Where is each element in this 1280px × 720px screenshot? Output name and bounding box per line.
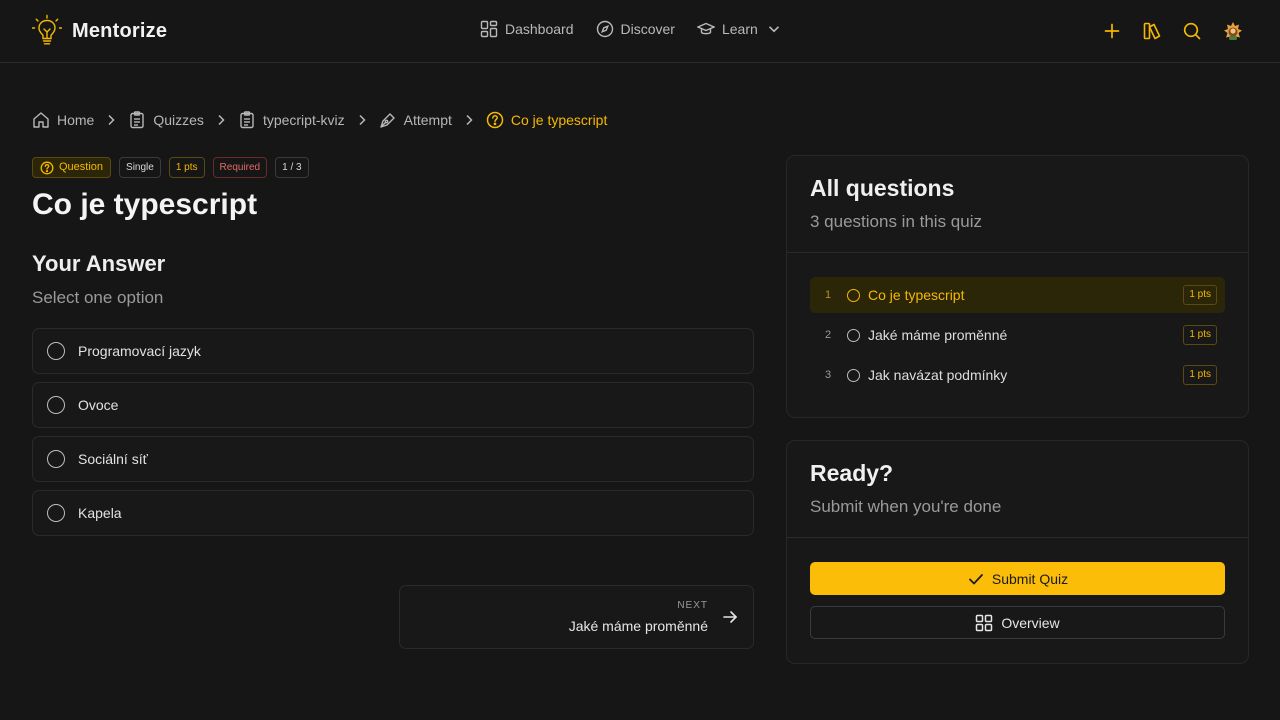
- main-nav: Dashboard Discover Learn: [480, 20, 783, 38]
- divider: [787, 252, 1248, 253]
- breadcrumb-quizzes-label: Quizzes: [153, 112, 204, 128]
- radio-button[interactable]: [47, 504, 65, 522]
- dashboard-icon: [480, 20, 498, 38]
- answer-option-label: Kapela: [78, 505, 122, 521]
- lightbulb-logo-icon: [32, 14, 62, 45]
- points-badge: 1 pts: [1183, 365, 1217, 385]
- question-list-item[interactable]: 3 Jak navázat podmínky 1 pts: [810, 357, 1225, 393]
- radio-button[interactable]: [47, 342, 65, 360]
- nav-discover-label: Discover: [620, 21, 675, 37]
- app-name: Mentorize: [72, 19, 168, 42]
- brand[interactable]: Mentorize: [32, 14, 167, 48]
- radio-button[interactable]: [47, 396, 65, 414]
- answer-option[interactable]: Ovoce: [32, 382, 754, 428]
- chevron-right-icon: [359, 114, 366, 126]
- overview-label: Overview: [1001, 614, 1060, 631]
- ready-title: Ready?: [810, 460, 894, 486]
- question-circle-icon: [40, 161, 54, 174]
- answer-option[interactable]: Programovací jazyk: [32, 328, 754, 374]
- question-list-item-active[interactable]: 1 Co je typescript 1 pts: [810, 277, 1225, 313]
- chevron-right-icon: [466, 114, 473, 126]
- question-number: 1: [825, 289, 832, 301]
- overview-button[interactable]: Overview: [810, 606, 1225, 639]
- all-questions-panel: All questions 3 questions in this quiz 1…: [786, 155, 1249, 418]
- chevron-right-icon: [218, 114, 225, 126]
- next-question-button[interactable]: NEXT Jaké máme proměnné: [399, 585, 754, 649]
- clipboard-icon: [130, 111, 145, 129]
- question-list-item[interactable]: 2 Jaké máme proměnné 1 pts: [810, 317, 1225, 353]
- chevron-down-icon: [768, 26, 779, 33]
- question-list-label: Jak navázat podmínky: [868, 367, 1008, 383]
- divider: [787, 537, 1248, 538]
- home-icon: [33, 112, 49, 128]
- question-number: 3: [825, 369, 832, 381]
- clipboard-icon: [240, 111, 254, 129]
- nav-learn-label: Learn: [721, 21, 758, 37]
- answer-option[interactable]: Kapela: [32, 490, 754, 536]
- points-badge: 1 pts: [1183, 325, 1217, 345]
- radio-button[interactable]: [47, 450, 65, 468]
- answer-options: Programovací jazyk Ovoce Sociální síť Ka…: [32, 328, 754, 544]
- question-points-badge: 1 pts: [168, 157, 205, 178]
- library-icon[interactable]: [1142, 21, 1162, 41]
- header-actions: [1102, 20, 1244, 42]
- points-badge: 1 pts: [1183, 285, 1217, 305]
- nav-dashboard[interactable]: Dashboard: [480, 20, 574, 38]
- breadcrumb-quiz[interactable]: typecript-kviz: [238, 111, 345, 129]
- question-list-label: Jaké máme proměnné: [868, 327, 1008, 343]
- breadcrumb-attempt-label: Attempt: [403, 112, 452, 128]
- ready-subtitle: Submit when you're done: [810, 497, 1002, 516]
- question-position-badge: 1 / 3: [275, 157, 309, 178]
- user-avatar[interactable]: [1222, 20, 1244, 42]
- question-list-label: Co je typescript: [868, 287, 965, 303]
- grid-icon: [976, 614, 993, 631]
- breadcrumb-attempt[interactable]: Attempt: [379, 111, 452, 129]
- next-question-label: Jaké máme proměnné: [568, 618, 708, 634]
- radio-indicator: [847, 288, 860, 302]
- breadcrumb-quizzes[interactable]: Quizzes: [128, 111, 204, 129]
- submit-quiz-label: Submit Quiz: [991, 570, 1069, 587]
- question-mode-badge: Single: [119, 157, 161, 178]
- answer-option[interactable]: Sociální síť: [32, 436, 754, 482]
- breadcrumb-home-label: Home: [57, 112, 95, 128]
- answer-subtitle: Select one option: [32, 288, 164, 307]
- all-questions-subtitle: 3 questions in this quiz: [810, 212, 982, 231]
- question-number: 2: [825, 329, 832, 341]
- required-badge: Required: [212, 157, 268, 178]
- nav-dashboard-label: Dashboard: [505, 21, 574, 37]
- radio-indicator: [847, 368, 860, 382]
- next-eyebrow: NEXT: [677, 600, 708, 611]
- radio-indicator: [847, 328, 860, 342]
- breadcrumb-current-label: Co je typescript: [510, 112, 608, 128]
- search-icon[interactable]: [1182, 21, 1202, 41]
- question-circle-icon: [486, 111, 504, 129]
- nav-learn[interactable]: Learn: [696, 20, 783, 38]
- answer-option-label: Programovací jazyk: [78, 343, 201, 359]
- answer-option-label: Ovoce: [78, 397, 119, 413]
- breadcrumb-current: Co je typescript: [486, 111, 607, 129]
- question-type-label: Question: [59, 161, 104, 173]
- question-list: 1 Co je typescript 1 pts 2 Jaké máme pro…: [810, 277, 1225, 397]
- nav-discover[interactable]: Discover: [596, 20, 675, 38]
- pen-icon: [379, 113, 395, 128]
- breadcrumb: Home Quizzes typecript-kviz Attempt Co j…: [32, 111, 607, 129]
- answer-heading: Your Answer: [32, 251, 166, 276]
- question-title: Co je typescript: [32, 188, 258, 221]
- question-badges: Question Single 1 pts Required 1 / 3: [32, 157, 309, 178]
- graduation-cap-icon: [696, 22, 715, 35]
- compass-icon: [596, 20, 613, 38]
- chevron-right-icon: [108, 114, 115, 126]
- ready-panel: Ready? Submit when you're done Submit Qu…: [786, 440, 1249, 664]
- plus-icon[interactable]: [1102, 21, 1122, 41]
- submit-quiz-button[interactable]: Submit Quiz: [810, 562, 1225, 595]
- check-icon: [968, 573, 983, 584]
- breadcrumb-home[interactable]: Home: [32, 111, 94, 129]
- question-type-badge: Question: [32, 157, 112, 178]
- arrow-right-icon: [723, 611, 738, 623]
- all-questions-title: All questions: [810, 175, 955, 201]
- answer-option-label: Sociální síť: [78, 451, 148, 467]
- breadcrumb-quiz-label: typecript-kviz: [262, 112, 345, 128]
- top-navbar: Mentorize Dashboard Discover Learn: [0, 0, 1280, 63]
